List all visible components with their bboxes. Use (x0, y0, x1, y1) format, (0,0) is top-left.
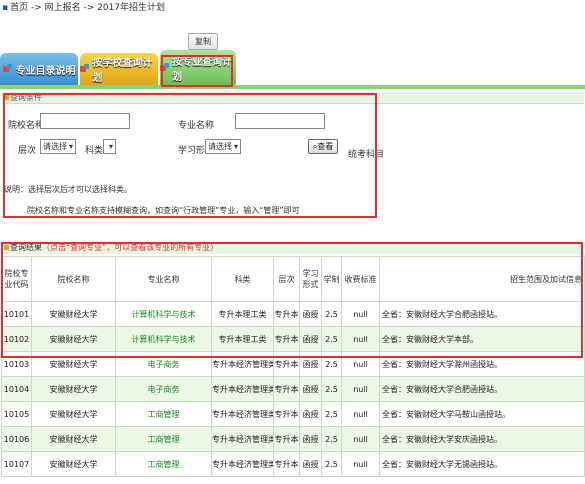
cell-school: 安徽财经大学 (31, 376, 116, 402)
cell-years: 2.5 (321, 426, 342, 452)
table-row: 10104 安徽财经大学 电子商务 专升本经济管理类 专升本 函授 2.5 nu… (1, 376, 585, 402)
breadcrumb: ▪ 首页 -> 网上报名 -> 2017年招生计划 (2, 2, 165, 14)
tab-major-catalog[interactable]: 专业目录说明 (0, 53, 78, 85)
cell-school: 安徽财经大学 (31, 451, 116, 477)
cell-fee: null (341, 426, 380, 452)
cell-years: 2.5 (321, 451, 342, 477)
cell-major-link[interactable]: 工商管理 (115, 426, 212, 452)
cell-years: 2.5 (321, 376, 342, 402)
cell-mode: 函授 (299, 451, 322, 477)
copy-button[interactable]: 复制 (188, 33, 218, 50)
highlight-tab-box (161, 55, 233, 87)
cell-code: 10104 (1, 376, 32, 402)
table-row: 10106 安徽财经大学 工商管理 专升本经济管理类 专升本 函授 2.5 nu… (1, 426, 585, 452)
cell-years: 2.5 (321, 401, 342, 427)
cell-fee: null (341, 401, 380, 427)
cell-major-link[interactable]: 工商管理 (115, 451, 212, 477)
cell-code: 10105 (1, 401, 32, 427)
cell-code: 10106 (1, 426, 32, 452)
tab-query-by-school[interactable]: 按学校查询计划 (80, 53, 158, 85)
cell-mode: 函授 (299, 426, 322, 452)
cell-fee: null (341, 451, 380, 477)
cell-level: 专升本 (273, 401, 300, 427)
tab-bar-line (0, 85, 585, 89)
cell-scope: 全省：安徽财经大学无锡函授站。 (379, 451, 585, 477)
cell-scope: 全省：安徽财经大学马鞍山函授站。 (379, 401, 585, 427)
cell-major-link[interactable]: 工商管理 (115, 401, 212, 427)
highlight-results-box (1, 242, 583, 358)
tab-icon (2, 64, 13, 74)
cell-scope: 全省：安徽财经大学合肥函授站。 (379, 376, 585, 402)
highlight-query-box (3, 93, 377, 218)
cell-code: 10107 (1, 451, 32, 477)
cell-subject: 专升本经济管理类 (211, 451, 274, 477)
cell-subject: 专升本经济管理类 (211, 401, 274, 427)
cell-level: 专升本 (273, 376, 300, 402)
table-row: 10107 安徽财经大学 工商管理 专升本经济管理类 专升本 函授 2.5 nu… (1, 451, 585, 477)
cell-level: 专升本 (273, 451, 300, 477)
cell-scope: 全省：安徽财经大学安庆函授站。 (379, 426, 585, 452)
cell-subject: 专升本经济管理类 (211, 426, 274, 452)
cell-major-link[interactable]: 电子商务 (115, 376, 212, 402)
tab-label: 按学校查询计划 (92, 58, 153, 84)
tab-label: 专业目录说明 (15, 65, 76, 77)
tab-icon (80, 64, 90, 74)
home-icon: ▪ (2, 3, 9, 13)
cell-level: 专升本 (273, 426, 300, 452)
cell-subject: 专升本经济管理类 (211, 376, 274, 402)
cell-school: 安徽财经大学 (31, 426, 116, 452)
cell-mode: 函授 (299, 376, 322, 402)
cell-mode: 函授 (299, 401, 322, 427)
breadcrumb-text: 首页 -> 网上报名 -> 2017年招生计划 (10, 3, 166, 13)
cell-fee: null (341, 376, 380, 402)
table-row: 10105 安徽财经大学 工商管理 专升本经济管理类 专升本 函授 2.5 nu… (1, 401, 585, 427)
cell-school: 安徽财经大学 (31, 401, 116, 427)
